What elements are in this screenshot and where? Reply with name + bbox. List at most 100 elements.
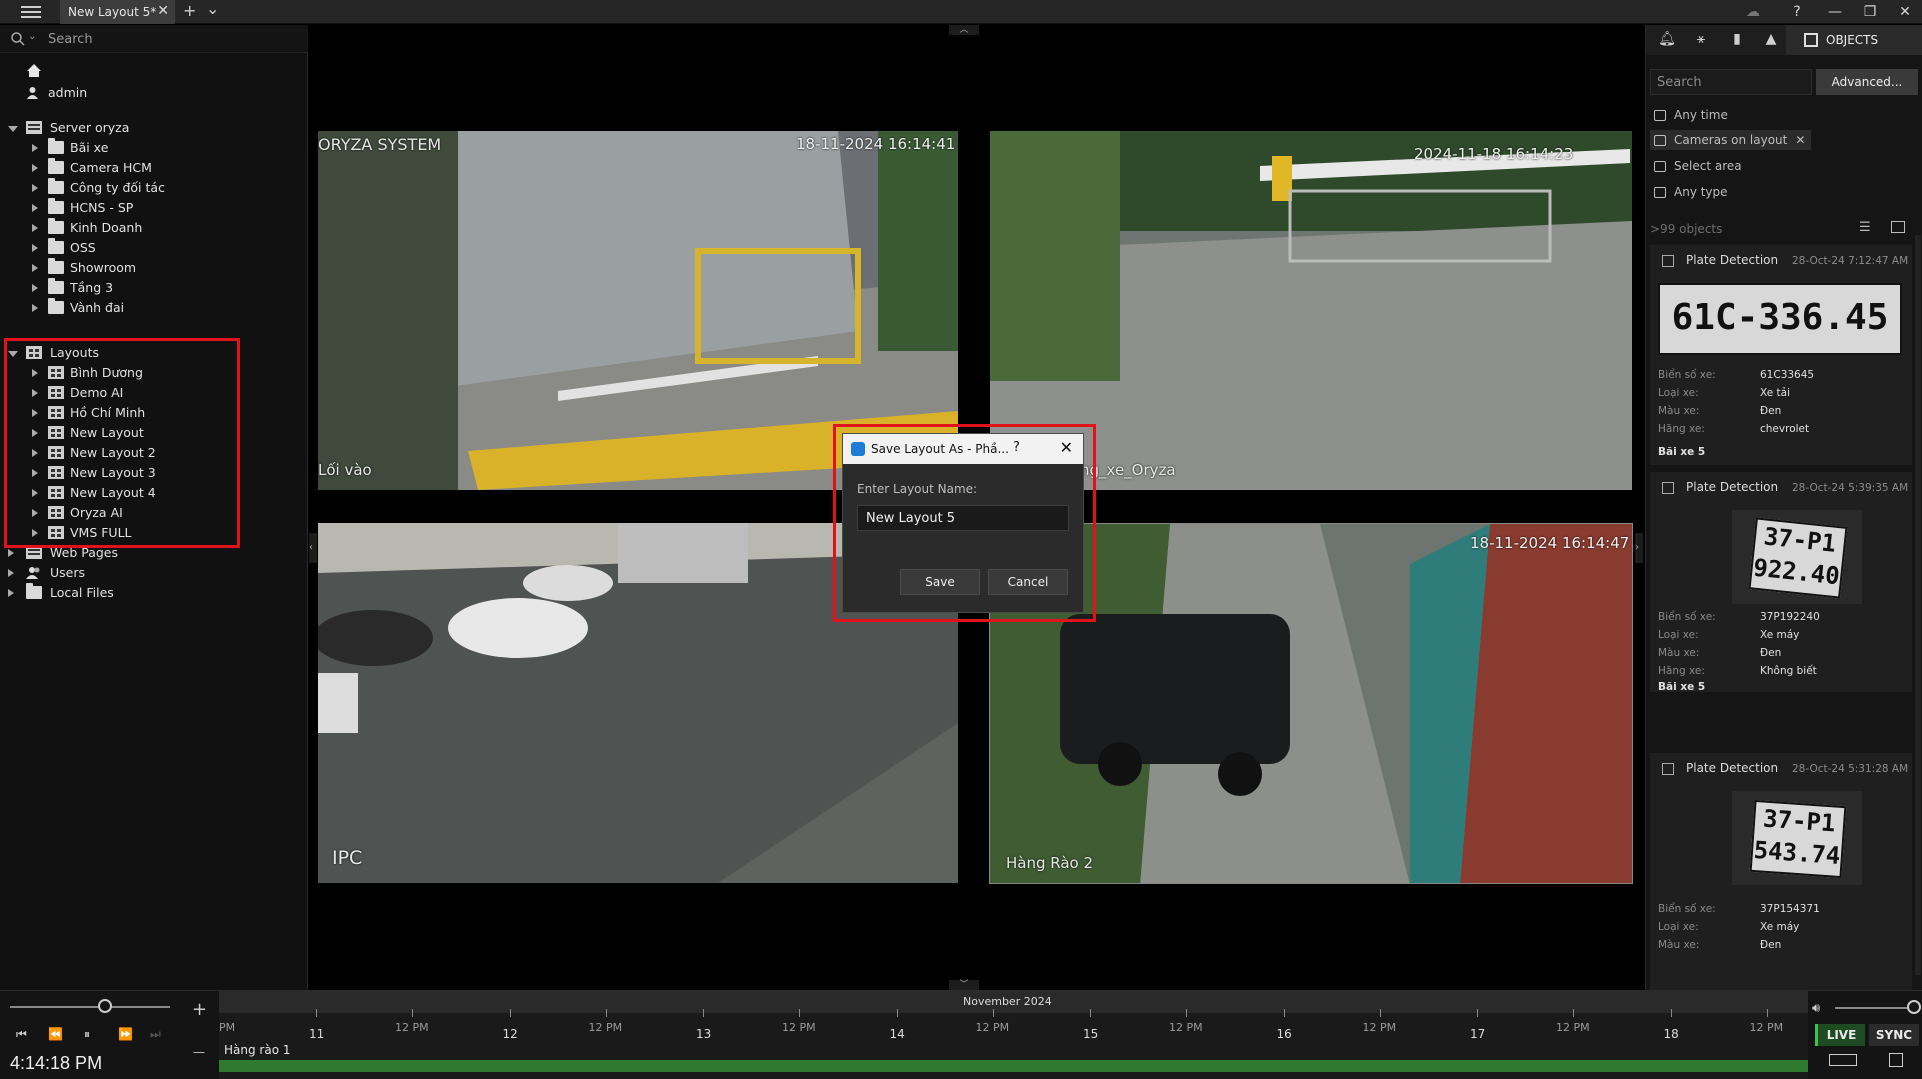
- tree-local-files[interactable]: Local Files: [8, 583, 114, 603]
- card-field: Loại xe: Xe tải: [1658, 387, 1790, 399]
- expand-right-icon[interactable]: [8, 589, 14, 597]
- search-input[interactable]: Search: [48, 32, 93, 47]
- dialog-help-button[interactable]: ?: [1013, 440, 1020, 455]
- warning-icon[interactable]: ▲: [1762, 31, 1780, 49]
- close-window-button[interactable]: ✕: [1890, 2, 1920, 22]
- card-field: Màu xe: Đen: [1658, 647, 1782, 659]
- card-title: Plate Detection: [1686, 253, 1779, 267]
- tree-item[interactable]: Vành đai: [28, 298, 124, 318]
- main-menu-button[interactable]: [18, 3, 44, 21]
- layout-toggle-icon[interactable]: [1829, 1054, 1857, 1066]
- detection-card[interactable]: Plate Detection 28-Oct-24 5:39:35 AM 37-…: [1650, 472, 1912, 693]
- objects-scrollbar[interactable]: [1915, 235, 1921, 975]
- filter-cameras[interactable]: Cameras on layout ✕: [1650, 130, 1812, 150]
- title-bar: New Layout 5* ✕ + ⌄ ☁ ? — ❐ ✕: [0, 0, 1922, 24]
- expand-right-icon[interactable]: [32, 284, 38, 292]
- thumbnail-view-icon[interactable]: [1891, 221, 1905, 233]
- expand-right-icon[interactable]: [32, 244, 38, 252]
- expand-right-icon[interactable]: [32, 304, 38, 312]
- add-tab-button[interactable]: +: [183, 2, 196, 20]
- rewind-icon[interactable]: ⏪: [48, 1027, 63, 1041]
- zoom-in-button[interactable]: +: [192, 999, 207, 1020]
- tab-list-chevron-down-icon[interactable]: ⌄: [206, 0, 219, 18]
- minimize-button[interactable]: —: [1820, 2, 1850, 22]
- layouts-highlight-box: [4, 338, 240, 548]
- recording-track[interactable]: [219, 1060, 1808, 1072]
- expand-right-icon[interactable]: [8, 549, 14, 557]
- pause-icon[interactable]: ⏸: [84, 1027, 90, 1042]
- tree-label: OSS: [70, 240, 96, 255]
- home-icon[interactable]: [26, 63, 42, 78]
- timeline[interactable]: November 2024 PM 11 12 PM 12 12 PM 13 12 PM 14 1…: [219, 991, 1808, 1079]
- expand-right-icon[interactable]: [32, 224, 38, 232]
- search-filter-chevron-icon[interactable]: ⌄: [28, 31, 36, 42]
- skip-back-icon[interactable]: ⏮: [16, 1027, 27, 1042]
- card-field: Hãng xe: Không biết: [1658, 665, 1817, 677]
- tree-item[interactable]: Showroom: [28, 258, 136, 278]
- collapse-bottom-chevron-icon[interactable]: ﹀: [949, 980, 979, 990]
- detection-card[interactable]: Plate Detection 28-Oct-24 7:12:47 AM 61C…: [1650, 245, 1912, 465]
- remove-filter-icon[interactable]: ✕: [1795, 130, 1805, 150]
- tree-item[interactable]: Công ty đối tác: [28, 178, 165, 198]
- volume-slider-track[interactable]: [1835, 1007, 1915, 1009]
- advanced-button[interactable]: Advanced...: [1816, 69, 1918, 95]
- detection-card[interactable]: Plate Detection 28-Oct-24 5:31:28 AM 37-…: [1650, 753, 1912, 990]
- tree-server-oryza[interactable]: Server oryza: [8, 118, 129, 138]
- tree-item[interactable]: Camera HCM: [28, 158, 152, 178]
- help-button[interactable]: ?: [1782, 2, 1812, 22]
- save-button[interactable]: Save: [900, 569, 980, 595]
- motion-icon[interactable]: ⚹: [1692, 31, 1710, 49]
- dialog-close-button[interactable]: ✕: [1060, 438, 1073, 457]
- layout-tab[interactable]: New Layout 5* ✕: [60, 0, 175, 24]
- expand-right-icon[interactable]: [32, 144, 38, 152]
- bell-icon[interactable]: 🔔︎: [1658, 31, 1676, 49]
- speed-slider-track[interactable]: [10, 1006, 170, 1008]
- filter-label: Cameras on layout: [1674, 133, 1788, 147]
- camera-icon: [1654, 135, 1666, 146]
- cancel-button[interactable]: Cancel: [988, 569, 1068, 595]
- tree-label: Showroom: [70, 260, 137, 275]
- collapse-top-chevron-icon[interactable]: ︿: [949, 25, 979, 35]
- tree-item[interactable]: Tầng 3: [28, 278, 113, 298]
- close-tab-icon[interactable]: ✕: [157, 3, 169, 19]
- tree-item[interactable]: Bãi xe: [28, 138, 108, 158]
- collapse-left-chevron-icon[interactable]: ‹: [309, 533, 317, 563]
- tree-item[interactable]: HCNS - SP: [28, 198, 133, 218]
- tree-label: Local Files: [50, 585, 114, 600]
- resource-search[interactable]: ⌄ Search: [0, 25, 308, 53]
- filter-time[interactable]: Any time: [1654, 105, 1728, 125]
- timeline-day-label: 13: [696, 1027, 712, 1041]
- expand-right-icon[interactable]: [32, 204, 38, 212]
- app-logo-icon: [851, 442, 865, 456]
- filter-area[interactable]: Select area: [1654, 156, 1742, 176]
- restore-button[interactable]: ❐: [1855, 2, 1885, 22]
- expand-right-icon[interactable]: [32, 184, 38, 192]
- timeline-hour-label: 12 PM: [588, 1021, 623, 1034]
- calendar-icon[interactable]: [1889, 1053, 1903, 1067]
- layout-name-input[interactable]: [857, 505, 1069, 531]
- tab-objects[interactable]: OBJECTS: [1786, 25, 1922, 55]
- zoom-out-button[interactable]: —: [193, 1045, 205, 1059]
- timeline-day-label: 16: [1276, 1027, 1292, 1041]
- speed-slider-handle[interactable]: [98, 999, 112, 1013]
- tree-item[interactable]: OSS: [28, 238, 96, 258]
- tree-label: Camera HCM: [70, 160, 152, 175]
- sync-button[interactable]: SYNC: [1869, 1024, 1919, 1046]
- expand-right-icon[interactable]: [32, 164, 38, 172]
- filter-type[interactable]: Any type: [1654, 182, 1728, 202]
- live-button[interactable]: LIVE: [1815, 1024, 1865, 1046]
- bookmark-icon[interactable]: ▮: [1728, 31, 1746, 49]
- expand-down-icon[interactable]: [8, 126, 18, 132]
- timeline-tick: [412, 1009, 413, 1017]
- volume-slider-handle[interactable]: [1907, 1000, 1921, 1014]
- volume-icon[interactable]: 🔊︎: [1812, 1001, 1820, 1016]
- timeline-hour-label: 12 PM: [1749, 1021, 1784, 1034]
- expand-right-icon[interactable]: [32, 264, 38, 272]
- timeline-hour-label: 12 PM: [1362, 1021, 1397, 1034]
- list-view-icon[interactable]: ☰: [1859, 220, 1871, 235]
- expand-right-icon[interactable]: [8, 569, 14, 577]
- collapse-right-chevron-icon[interactable]: ›: [1635, 533, 1643, 563]
- tree-item[interactable]: Kinh Doanh: [28, 218, 142, 238]
- objects-search-input[interactable]: Search: [1650, 69, 1812, 95]
- tree-users[interactable]: Users: [8, 563, 85, 583]
